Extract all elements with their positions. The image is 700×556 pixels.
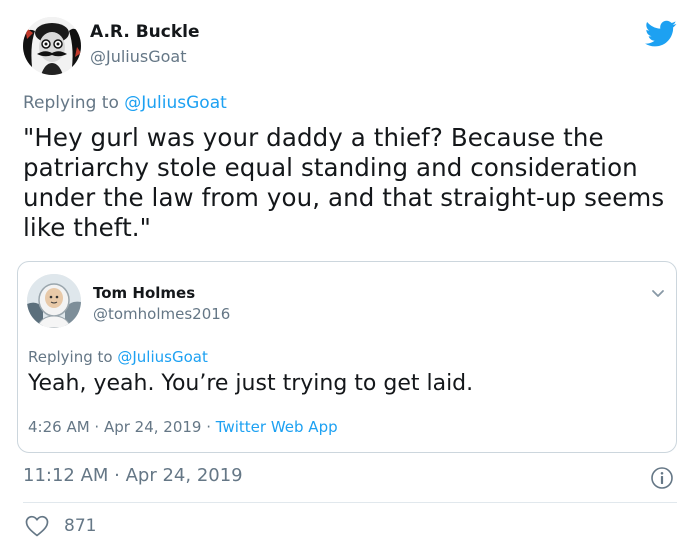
twitter-bird-icon[interactable] bbox=[645, 20, 677, 48]
reply-to-link[interactable]: @JuliusGoat bbox=[124, 93, 227, 113]
quoted-reply-context: Replying to @JuliusGoat bbox=[28, 348, 208, 366]
tweet-card: A.R. Buckle @JuliusGoat Replying to @Jul… bbox=[0, 0, 700, 556]
chevron-down-icon[interactable] bbox=[651, 284, 665, 297]
author-handle[interactable]: @JuliusGoat bbox=[90, 47, 187, 66]
quoted-reply-to-link[interactable]: @JuliusGoat bbox=[117, 348, 207, 366]
author-avatar[interactable] bbox=[23, 17, 81, 75]
info-icon[interactable] bbox=[650, 466, 674, 490]
reply-prefix: Replying to bbox=[23, 93, 119, 113]
quoted-tweet-text: Yeah, yeah. You’re just trying to get la… bbox=[28, 371, 474, 396]
quoted-source-link[interactable]: Twitter Web App bbox=[216, 418, 338, 436]
like-count[interactable]: 871 bbox=[64, 516, 96, 536]
quoted-author-handle[interactable]: @tomholmes2016 bbox=[93, 305, 230, 323]
quoted-tweet[interactable]: Tom Holmes @tomholmes2016 Replying to @J… bbox=[17, 261, 677, 453]
quoted-tweet-meta: 4:26 AM · Apr 24, 2019 · Twitter Web App bbox=[28, 418, 338, 436]
quoted-author-name[interactable]: Tom Holmes bbox=[93, 284, 195, 302]
quoted-time-date[interactable]: 4:26 AM · Apr 24, 2019 · bbox=[28, 418, 211, 436]
divider bbox=[23, 502, 677, 503]
quoted-reply-prefix: Replying to bbox=[28, 348, 113, 366]
tweet-text: "Hey gurl was your daddy a thief? Becaus… bbox=[23, 123, 665, 242]
heart-icon[interactable] bbox=[25, 515, 49, 537]
reply-context: Replying to @JuliusGoat bbox=[23, 93, 227, 113]
tweet-timestamp[interactable]: 11:12 AM · Apr 24, 2019 bbox=[23, 465, 243, 486]
quoted-author-avatar[interactable] bbox=[27, 274, 81, 328]
author-name[interactable]: A.R. Buckle bbox=[90, 22, 200, 42]
